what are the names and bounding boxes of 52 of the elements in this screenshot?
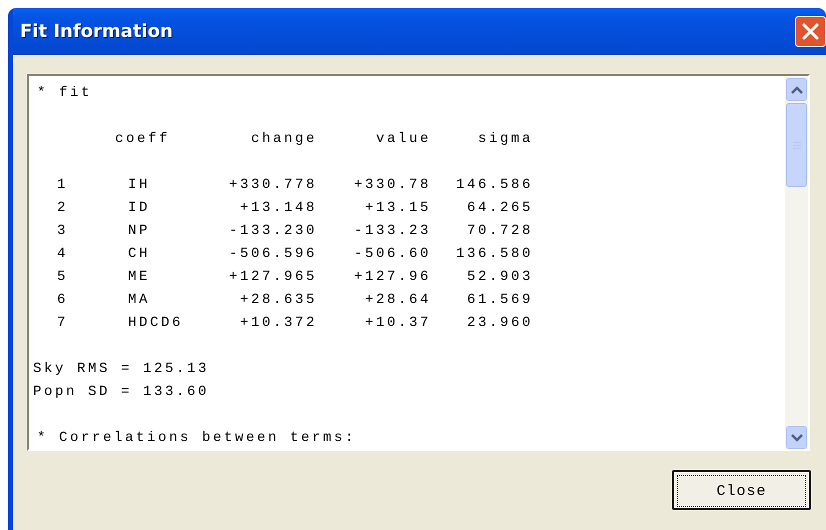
table-cell-text: +28.64 <box>364 291 431 310</box>
table-cell-text: +330.778 <box>228 176 317 195</box>
column-header: change <box>250 130 317 149</box>
table-cell-text: +330.78 <box>352 176 431 195</box>
table-cell-text: ID <box>127 199 152 218</box>
table-cell-text: CH <box>127 245 152 264</box>
table-cell-text: ME <box>127 268 152 287</box>
table-cell-text: +10.37 <box>364 314 431 333</box>
table-cell-text: +10.372 <box>238 314 317 333</box>
table-cell-text: 3 <box>56 222 70 241</box>
table-cell-text: 23.960 <box>466 314 533 333</box>
table-cell-text: 146.586 <box>454 176 533 195</box>
caret-up-icon <box>790 86 802 94</box>
table-cell-text: -506.596 <box>228 245 317 264</box>
column-header: value <box>374 130 431 149</box>
table-cell-text: 2 <box>56 199 70 218</box>
scroll-down-button[interactable] <box>786 426 807 449</box>
table-cell-text: +13.148 <box>238 199 317 218</box>
table-cell-text: 52.903 <box>466 268 533 287</box>
table-cell-text: 7 <box>56 314 70 333</box>
output-heading: * fit <box>37 84 94 103</box>
statistic-line: Popn SD = 133.60 <box>33 383 210 402</box>
close-button[interactable]: Close <box>672 470 811 510</box>
column-header: coeff <box>114 130 172 149</box>
table-cell-text: HDCD6 <box>127 314 184 333</box>
table-cell-text: 6 <box>56 291 70 310</box>
scrollbar[interactable] <box>785 76 808 449</box>
window-title: Fit Information <box>20 21 173 42</box>
table-cell-text: 4 <box>56 245 70 264</box>
caret-down-icon <box>790 434 802 442</box>
table-cell-text: +127.96 <box>352 268 431 287</box>
output-line: * Correlations between terms: <box>37 429 358 448</box>
table-cell-text: -133.230 <box>228 222 317 241</box>
table-cell-text: -506.60 <box>352 245 431 264</box>
table-cell-text: 136.580 <box>454 245 533 264</box>
table-cell-text: IH <box>127 176 152 195</box>
scroll-thumb[interactable] <box>786 103 807 187</box>
table-cell-text: MA <box>127 291 152 310</box>
scroll-up-button[interactable] <box>786 78 807 101</box>
table-cell-text: 5 <box>56 268 70 287</box>
table-cell-text: -133.23 <box>352 222 431 241</box>
table-cell-text: 61.569 <box>466 291 533 310</box>
close-icon[interactable] <box>795 16 826 47</box>
table-cell-text: +28.635 <box>238 291 317 310</box>
table-cell-text: 70.728 <box>466 222 533 241</box>
table-cell-text: +127.965 <box>228 268 317 287</box>
table-cell-text: 64.265 <box>466 199 533 218</box>
column-header: sigma <box>476 130 533 149</box>
statistic-line: Sky RMS = 125.13 <box>33 360 210 379</box>
table-cell-text: +13.15 <box>364 199 431 218</box>
table-cell-text: 1 <box>56 176 70 195</box>
table-cell-text: NP <box>127 222 152 241</box>
